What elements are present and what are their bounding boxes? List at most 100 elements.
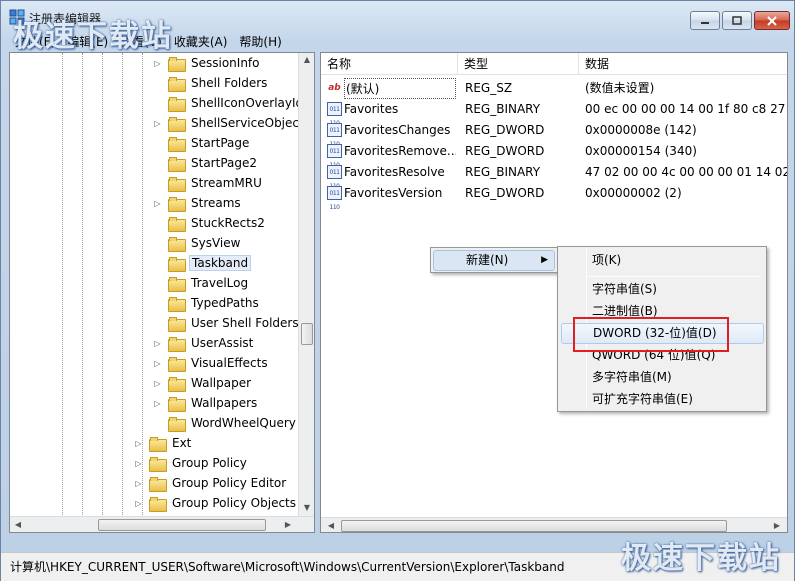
expand-arrow-icon[interactable]: ▷ <box>153 59 162 68</box>
tree-item[interactable]: WordWheelQuery <box>153 413 298 433</box>
tree-item[interactable]: ▷ Group Policy Editor <box>134 473 288 493</box>
table-row[interactable]: 011 110Favorites REG_BINARY 00 ec 00 00 00… <box>321 99 787 127</box>
expand-arrow-icon[interactable]: ▷ <box>153 199 162 208</box>
column-header-name[interactable]: 名称 <box>321 53 458 75</box>
tree-item[interactable]: ▷ Wallpapers <box>153 393 259 413</box>
tree-item-label: ShellServiceObjects <box>191 116 310 130</box>
tree-item[interactable]: StreamMRU <box>153 173 264 193</box>
folder-icon <box>168 236 186 252</box>
scroll-right-icon[interactable]: ▶ <box>771 521 783 530</box>
table-row[interactable]: 011 110 FavoritesVersion REG_DWORD 0x000000… <box>321 183 787 211</box>
menu-view[interactable]: 查看(V) <box>114 33 168 51</box>
tree-item[interactable]: User Shell Folders <box>153 313 301 333</box>
folder-icon <box>168 356 186 372</box>
tree-item[interactable]: Shell Folders <box>153 73 269 93</box>
expand-arrow-icon[interactable]: ▷ <box>134 439 143 448</box>
expand-arrow-icon[interactable]: ▷ <box>134 499 143 508</box>
folder-icon <box>168 336 186 352</box>
tree-item-label: Streams <box>191 196 241 210</box>
folder-icon <box>168 216 186 232</box>
value-name: FavoritesResolve <box>344 165 445 179</box>
expand-arrow-icon[interactable]: ▷ <box>153 379 162 388</box>
tree-item[interactable]: ▷ SessionInfo <box>153 53 262 73</box>
expand-arrow-icon <box>153 99 162 108</box>
menu-item-new[interactable]: 新建(N) ▶ <box>433 250 555 271</box>
folder-icon <box>168 256 186 272</box>
tree-item[interactable]: ▷ ShellServiceObjects <box>153 113 312 133</box>
scroll-left-icon[interactable]: ◀ <box>12 520 24 529</box>
tree-item[interactable]: ▷ Ext <box>134 433 193 453</box>
scroll-down-icon[interactable]: ▼ <box>299 503 314 512</box>
expand-arrow-icon[interactable]: ▷ <box>153 339 162 348</box>
tree-item[interactable]: ShellIconOverlayIde <box>153 93 313 113</box>
value-type: REG_DWORD <box>465 144 545 158</box>
key-tree-pane[interactable]: ▷ SessionInfo Shell Folders ShellIconOverla… <box>9 52 315 533</box>
tree-vertical-scrollbar[interactable]: ▲ ▼ <box>298 53 314 516</box>
scroll-thumb-horizontal[interactable] <box>341 520 727 532</box>
minimize-icon <box>701 21 709 24</box>
expand-arrow-icon[interactable]: ▷ <box>153 359 162 368</box>
scroll-up-icon[interactable]: ▲ <box>299 55 314 64</box>
tree-item-label: Wallpaper <box>191 376 252 390</box>
maximize-icon <box>732 16 742 25</box>
expand-arrow-icon <box>153 279 162 288</box>
scroll-thumb[interactable] <box>301 323 313 345</box>
folder-icon <box>168 316 186 332</box>
tree-item[interactable]: StuckRects2 <box>153 213 267 233</box>
tree-item[interactable]: ▷ Streams <box>153 193 243 213</box>
scroll-left-icon[interactable]: ◀ <box>325 521 337 530</box>
value-name: FavoritesVersion <box>344 186 443 200</box>
submenu-item-key[interactable]: 项(K) <box>561 250 764 271</box>
submenu-item-string-value[interactable]: 字符串值(S) <box>561 279 764 300</box>
tree-item[interactable]: SysView <box>153 233 242 253</box>
tree-item[interactable]: ▷ Group Policy <box>134 453 249 473</box>
expand-arrow-icon[interactable]: ▷ <box>153 399 162 408</box>
folder-icon <box>168 176 186 192</box>
menu-edit[interactable]: 编辑(E) <box>61 33 114 51</box>
menu-file[interactable]: 文件(F) <box>9 33 61 51</box>
context-menu: 新建(N) ▶ <box>430 247 558 273</box>
expand-arrow-icon[interactable]: ▷ <box>134 479 143 488</box>
column-header-type[interactable]: 类型 <box>458 53 579 75</box>
maximize-button[interactable] <box>722 11 752 30</box>
tree-item[interactable]: ▷ Group Policy Objects <box>134 493 298 513</box>
table-row[interactable]: 011 110FavoritesRemove... REG_DWORD 0x0000… <box>321 141 787 169</box>
expand-arrow-icon <box>153 219 162 228</box>
minimize-button[interactable] <box>690 11 720 30</box>
tree-item[interactable]: ▷ Wallpaper <box>153 373 253 393</box>
tree-item[interactable]: TypedPaths <box>153 293 261 313</box>
tree-horizontal-scrollbar[interactable]: ◀ ▶ <box>10 516 314 532</box>
tree-item[interactable]: StartPage <box>153 133 251 153</box>
expand-arrow-icon[interactable]: ▷ <box>153 119 162 128</box>
value-type: REG_BINARY <box>465 102 541 116</box>
tree-item-label: Group Policy Objects <box>172 496 297 510</box>
submenu-item-expandable-string-value[interactable]: 可扩充字符串值(E) <box>561 389 764 410</box>
menu-help[interactable]: 帮助(H) <box>233 33 287 51</box>
tree-item[interactable]: TravelLog <box>153 273 250 293</box>
menu-bar: 文件(F) 编辑(E) 查看(V) 收藏夹(A) 帮助(H) <box>9 33 288 51</box>
folder-icon <box>149 476 167 492</box>
tree-item-label: VisualEffects <box>191 356 268 370</box>
tree-item[interactable]: ▷ UserAssist <box>153 333 255 353</box>
menu-favorites[interactable]: 收藏夹(A) <box>168 33 234 51</box>
tree-item-label: ShellIconOverlayIde <box>191 96 311 110</box>
registry-editor-icon <box>9 9 25 25</box>
column-header-data[interactable]: 数据 <box>579 53 787 75</box>
expand-arrow-icon[interactable]: ▷ <box>134 459 143 468</box>
tree-item[interactable]: ▷ VisualEffects <box>153 353 270 373</box>
tree-item[interactable]: Taskband <box>153 253 252 273</box>
table-row[interactable]: 011 110FavoritesChanges REG_DWORD 0x000000… <box>321 120 787 148</box>
table-row[interactable]: 011 110FavoritesResolve REG_BINARY 47 02 0… <box>321 162 787 190</box>
scroll-thumb-horizontal[interactable] <box>98 519 266 531</box>
folder-icon <box>149 496 167 512</box>
tree-item[interactable]: StartPage2 <box>153 153 259 173</box>
expand-arrow-icon <box>153 299 162 308</box>
value-data: 0x00000154 (340) <box>585 144 697 158</box>
list-horizontal-scrollbar[interactable]: ◀ ▶ <box>321 517 787 532</box>
scroll-right-icon[interactable]: ▶ <box>282 520 294 529</box>
folder-icon <box>168 136 186 152</box>
table-row[interactable]: ab (默认) REG_SZ (数值未设置) <box>321 78 787 99</box>
submenu-item-multi-string-value[interactable]: 多字符串值(M) <box>561 367 764 388</box>
expand-arrow-icon <box>153 319 162 328</box>
close-button[interactable] <box>754 11 790 30</box>
